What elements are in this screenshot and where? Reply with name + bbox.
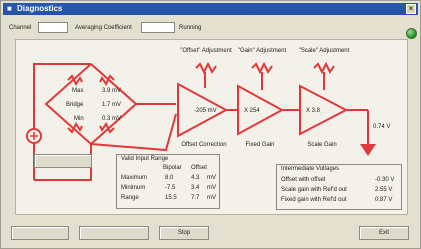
- bottom-button-1[interactable]: [11, 226, 69, 240]
- input-range-title: Valid Input Range: [121, 156, 169, 162]
- intermediate-row-value: 2.55 V: [375, 187, 393, 193]
- bridge-label: Bridge: [66, 102, 84, 108]
- bottom-button-2[interactable]: [79, 226, 149, 240]
- gain-adjust-label: "Gain" Adjustment: [238, 48, 287, 54]
- col-header-bipolar: Bipolar: [163, 165, 182, 171]
- bridge-max-label: Max: [72, 88, 83, 94]
- offset-caption: Offset Correction: [181, 142, 226, 148]
- range-row-unit: mV: [207, 195, 216, 201]
- range-row-label: Maximum: [121, 175, 148, 181]
- range-row-label: Minimum: [121, 185, 146, 191]
- averaging-label: Averaging Coefficient: [75, 25, 132, 31]
- input-range-box: Valid Input Range Bipolar Offset Maximum…: [116, 154, 220, 209]
- sensor-button[interactable]: [34, 154, 92, 168]
- intermediate-row-label: Scale gain with Ref'd out: [281, 187, 347, 193]
- toolbar: Channel Averaging Coefficient Running: [3, 16, 418, 39]
- scale-value: X 3.8: [306, 108, 321, 114]
- range-row-unit: mV: [207, 175, 216, 181]
- range-row-a: 15.5: [165, 195, 177, 201]
- intermediate-title: Intermediate Voltages: [281, 166, 340, 172]
- range-row-a: -7.5: [165, 185, 176, 191]
- bridge-min-value: 0.3 mV: [102, 116, 121, 122]
- range-row-label: Range: [121, 195, 139, 201]
- window-title: Diagnostics: [17, 4, 63, 13]
- stop-button[interactable]: Stop: [159, 226, 209, 240]
- bridge-value: 1.7 mV: [102, 102, 121, 108]
- bridge-min-label: Min: [74, 116, 84, 122]
- exit-button[interactable]: Exit: [359, 226, 409, 240]
- range-row-a: 8.0: [165, 175, 174, 181]
- scale-adjust-label: "Scale" Adjustment: [299, 48, 350, 54]
- circuit-panel: "Offset" Adjustment "Gain" Adjustment "S…: [15, 39, 408, 215]
- status-led-icon: [406, 28, 417, 39]
- range-row-b: 4.3: [191, 175, 200, 181]
- channel-field[interactable]: [38, 22, 68, 33]
- gain-value: X 254: [244, 108, 260, 114]
- intermediate-voltages-box: Intermediate Voltages Offset with offset…: [276, 164, 402, 210]
- output-voltage: 0.74 V: [373, 124, 390, 130]
- range-row-unit: mV: [207, 185, 216, 191]
- col-header-offset: Offset: [191, 165, 207, 171]
- title-bar: ■ Diagnostics ×: [3, 3, 418, 15]
- averaging-field[interactable]: [141, 22, 175, 33]
- bridge-max-value: 3.9 mV: [102, 88, 121, 94]
- intermediate-row-value: -0.30 V: [375, 177, 395, 183]
- offset-adjust-label: "Offset" Adjustment: [180, 48, 232, 54]
- range-row-b: 7.7: [191, 195, 200, 201]
- status-label: Running: [179, 25, 202, 31]
- intermediate-row-label: Offset with offset: [281, 177, 326, 183]
- range-row-b: 3.4: [191, 185, 200, 191]
- intermediate-row-value: 0.87 V: [375, 197, 393, 203]
- channel-label: Channel: [9, 25, 32, 31]
- gain-caption: Fixed Gain: [245, 142, 274, 148]
- window-icon: ■: [7, 4, 12, 13]
- offset-value: -205 mV: [194, 108, 217, 114]
- diagnostics-window: ■ Diagnostics × Channel Averaging Coeffi…: [0, 0, 421, 249]
- close-button[interactable]: ×: [406, 4, 416, 14]
- intermediate-row-label: Fixed gain with Ref'd out: [281, 197, 347, 203]
- scale-caption: Scale Gain: [307, 142, 336, 148]
